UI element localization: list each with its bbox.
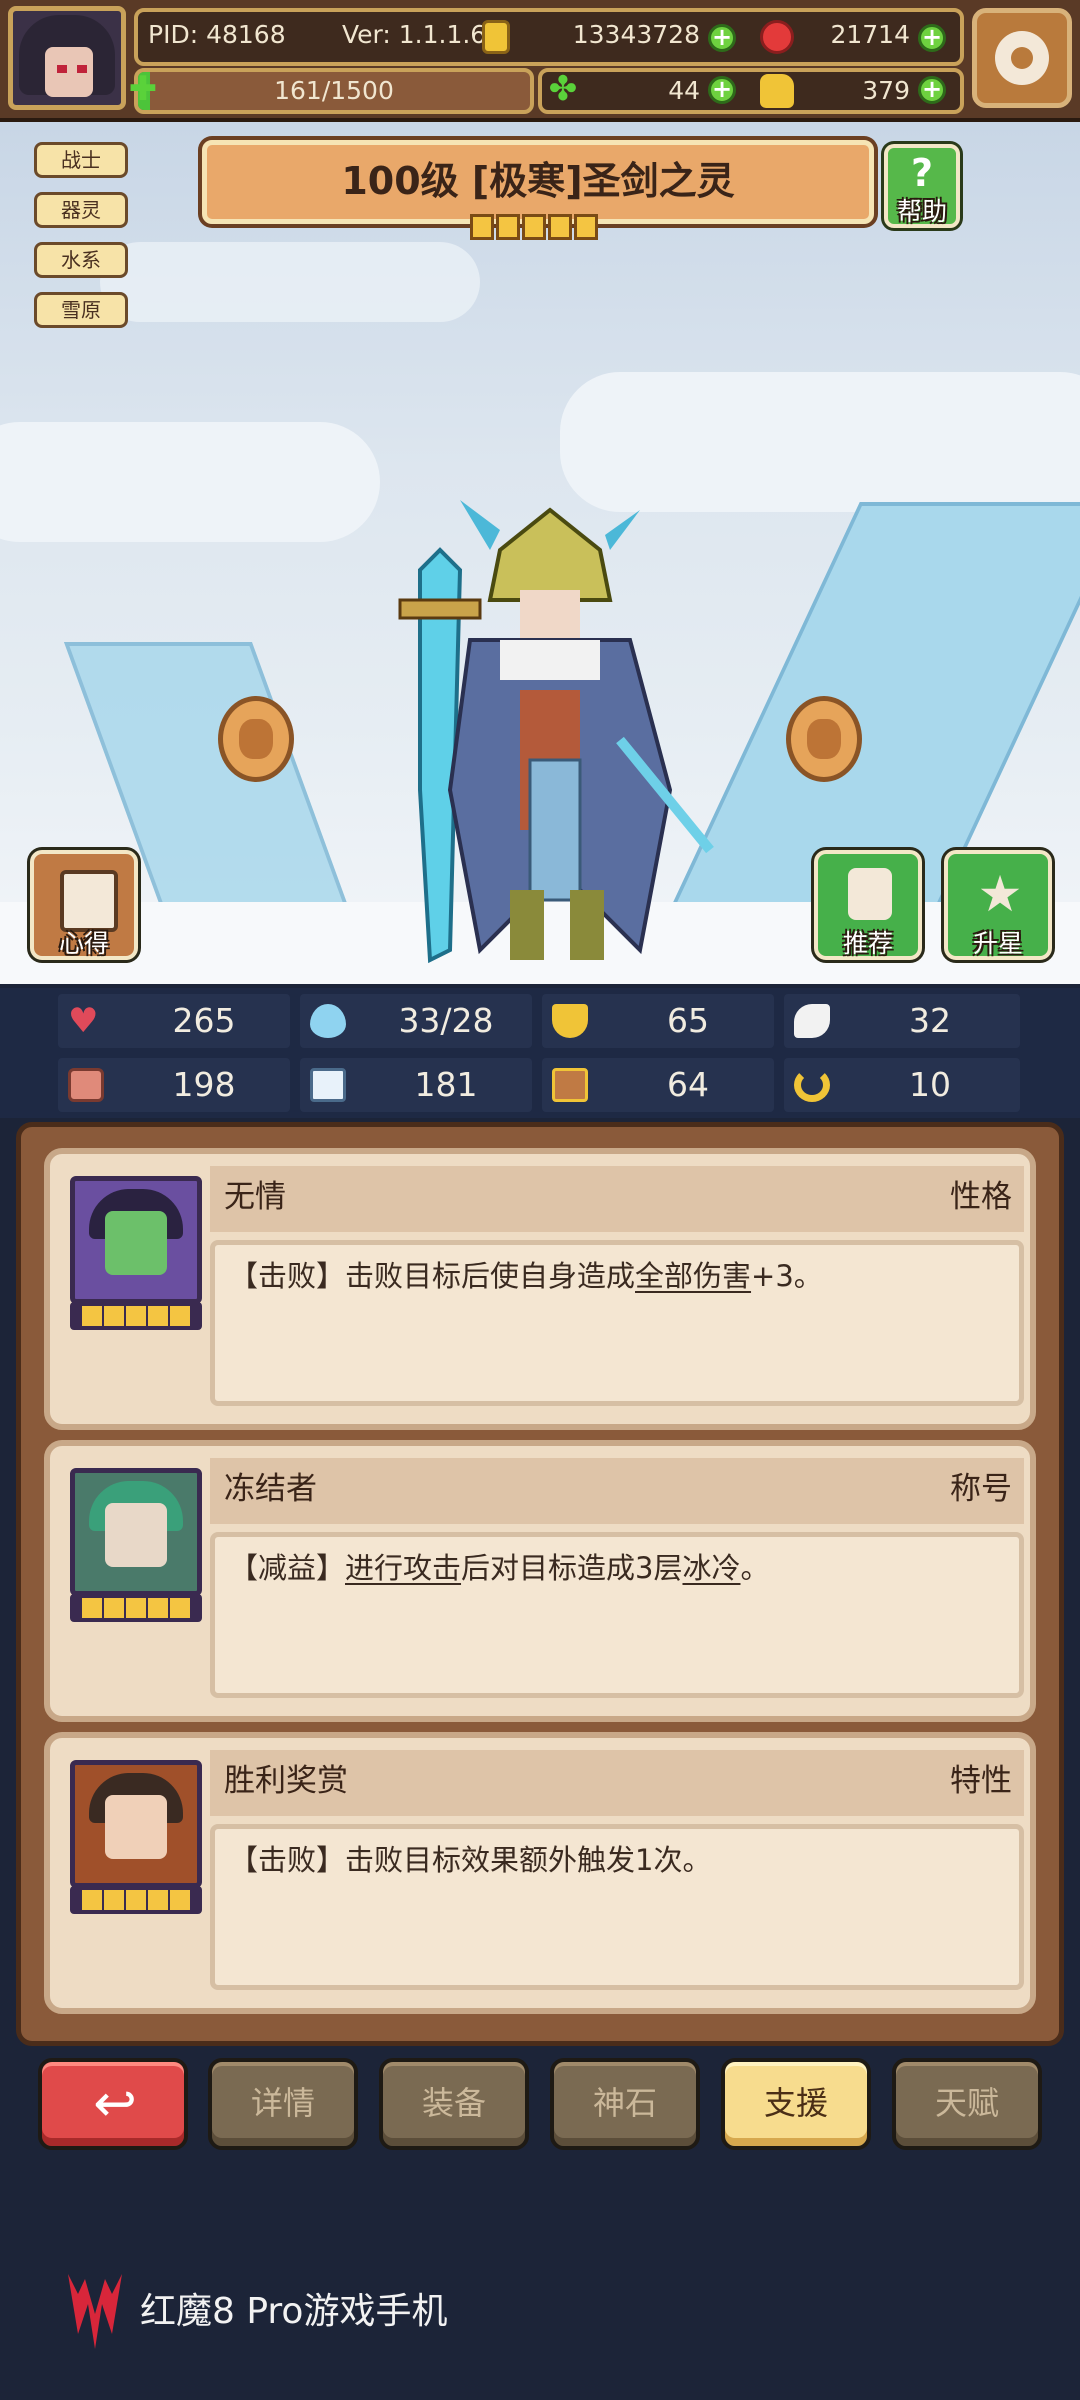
red-gem-icon (760, 20, 794, 54)
stat-mana: 33/28 (300, 994, 532, 1048)
stat-luck: 10 (784, 1058, 1020, 1112)
portrait-stars (70, 1302, 202, 1330)
stat-hp: ♥ 265 (58, 994, 290, 1048)
notes-button[interactable]: 心得 (30, 850, 138, 960)
back-button[interactable]: ↩ (38, 2058, 188, 2150)
card-desc-box: 【减益】进行攻击后对目标造成3层冰冷。 (210, 1532, 1024, 1698)
card-header: 无情 性格 (210, 1166, 1024, 1232)
add-fist-button[interactable]: + (918, 76, 946, 104)
stat-value: 198 (172, 1065, 236, 1104)
add-gem-button[interactable]: + (918, 24, 946, 52)
water-drop-icon (310, 1004, 346, 1038)
keyword-link[interactable]: 全部伤害 (635, 1259, 751, 1293)
card-header: 冻结者 称号 (210, 1458, 1024, 1524)
card-desc: 【击败】击败目标后使自身造成全部伤害+3。 (229, 1259, 823, 1293)
portrait-stars (70, 1594, 202, 1622)
stat-value: 181 (414, 1065, 478, 1104)
support-portrait (70, 1176, 202, 1304)
gem-amount: 21714 (830, 20, 910, 49)
stat-value: 64 (667, 1065, 709, 1104)
tag-type: 器灵 (34, 192, 128, 228)
card-header: 胜利奖赏 特性 (210, 1750, 1024, 1816)
recommend-button[interactable]: 推荐 (814, 850, 922, 960)
tab-talent[interactable]: 天赋 (892, 2058, 1042, 2150)
clover-amount: 44 (668, 76, 700, 105)
exp-value: 161/1500 (274, 76, 394, 105)
stat-value: 32 (909, 1001, 951, 1040)
card-name: 无情 (224, 1179, 286, 1215)
question-icon: ? (910, 151, 934, 195)
card-desc: 【减益】进行攻击后对目标造成3层冰冷。 (229, 1551, 770, 1585)
hero-title: 100级 [极寒]圣剑之灵 (341, 159, 735, 203)
player-avatar[interactable] (8, 6, 126, 110)
horseshoe-icon (794, 1068, 830, 1102)
stat-value: 265 (172, 1001, 236, 1040)
hero-character (398, 500, 714, 964)
upstar-button[interactable]: ★ 升星 (944, 850, 1052, 960)
tab-details[interactable]: 详情 (208, 2058, 358, 2150)
shield-icon (552, 1004, 588, 1038)
tag-region: 雪原 (34, 292, 128, 328)
support-portrait (70, 1468, 202, 1596)
tab-support[interactable]: 支援 (721, 2058, 871, 2150)
stat-value: 10 (909, 1065, 951, 1104)
heart-icon: ♥ (68, 1001, 99, 1041)
next-hero-icon[interactable] (786, 696, 862, 782)
support-card[interactable]: 无情 性格 【击败】击败目标后使自身造成全部伤害+3。 (44, 1148, 1036, 1430)
support-portrait (70, 1760, 202, 1888)
card-name: 胜利奖赏 (224, 1763, 348, 1799)
tag-element: 水系 (34, 242, 128, 278)
clover-icon: ✤ (548, 69, 578, 109)
recommend-label: 推荐 (842, 929, 893, 958)
keyword-link[interactable]: 冰冷 (682, 1551, 740, 1585)
add-gold-button[interactable]: + (708, 24, 736, 52)
gold-coin-icon (482, 20, 510, 54)
portrait-stars (70, 1886, 202, 1914)
fist-icon (68, 1068, 104, 1102)
upstar-label: 升星 (972, 929, 1023, 958)
back-arrow-icon: ↩ (93, 2074, 137, 2134)
hero-title-banner: 100级 [极寒]圣剑之灵 (202, 140, 874, 224)
book-icon (310, 1068, 346, 1102)
thumbs-up-icon (848, 868, 892, 920)
keyword-link[interactable]: 进行攻击 (345, 1551, 461, 1585)
tab-equipment[interactable]: 装备 (379, 2058, 529, 2150)
stat-attack: 198 (58, 1058, 290, 1112)
star-icon: ★ (977, 865, 1023, 923)
stat-value: 33/28 (398, 1001, 494, 1040)
card-desc-box: 【击败】击败目标效果额外触发1次。 (210, 1824, 1024, 1990)
tab-godstone[interactable]: 神石 (550, 2058, 700, 2150)
fist-amount: 379 (862, 76, 910, 105)
wing-icon (794, 1004, 830, 1038)
card-type: 称号 (950, 1471, 1012, 1507)
tag-class: 战士 (34, 142, 128, 178)
card-type: 特性 (950, 1763, 1012, 1799)
stat-defense: 65 (542, 994, 774, 1048)
stat-speed: 32 (784, 994, 1020, 1048)
brand-text: 红魔8 Pro游戏手机 (140, 2291, 448, 2332)
help-label: 帮助 (896, 197, 947, 226)
notes-label: 心得 (58, 929, 109, 958)
stat-magic: 181 (300, 1058, 532, 1112)
fist-icon (760, 74, 794, 108)
support-card[interactable]: 冻结者 称号 【减益】进行攻击后对目标造成3层冰冷。 (44, 1440, 1036, 1722)
stat-value: 65 (667, 1001, 709, 1040)
hero-stars (470, 214, 610, 244)
help-button[interactable]: ? 帮助 (884, 144, 960, 228)
card-name: 冻结者 (224, 1471, 317, 1507)
gold-amount: 13343728 (572, 20, 700, 49)
notes-icon (60, 870, 118, 932)
pid-label: PID: 48168 (148, 20, 286, 49)
add-clover-button[interactable]: + (708, 76, 736, 104)
card-type: 性格 (950, 1179, 1012, 1215)
version-label: Ver: 1.1.1.6 (342, 20, 487, 49)
stat-agility: 64 (542, 1058, 774, 1112)
support-card[interactable]: 胜利奖赏 特性 【击败】击败目标效果额外触发1次。 (44, 1732, 1036, 2014)
redmagic-logo-icon (68, 2274, 122, 2349)
card-desc-box: 【击败】击败目标后使自身造成全部伤害+3。 (210, 1240, 1024, 1406)
prev-hero-icon[interactable] (218, 696, 294, 782)
boot-icon (552, 1068, 588, 1102)
settings-gear-icon[interactable] (972, 8, 1072, 108)
card-desc: 【击败】击败目标效果额外触发1次。 (229, 1843, 712, 1877)
